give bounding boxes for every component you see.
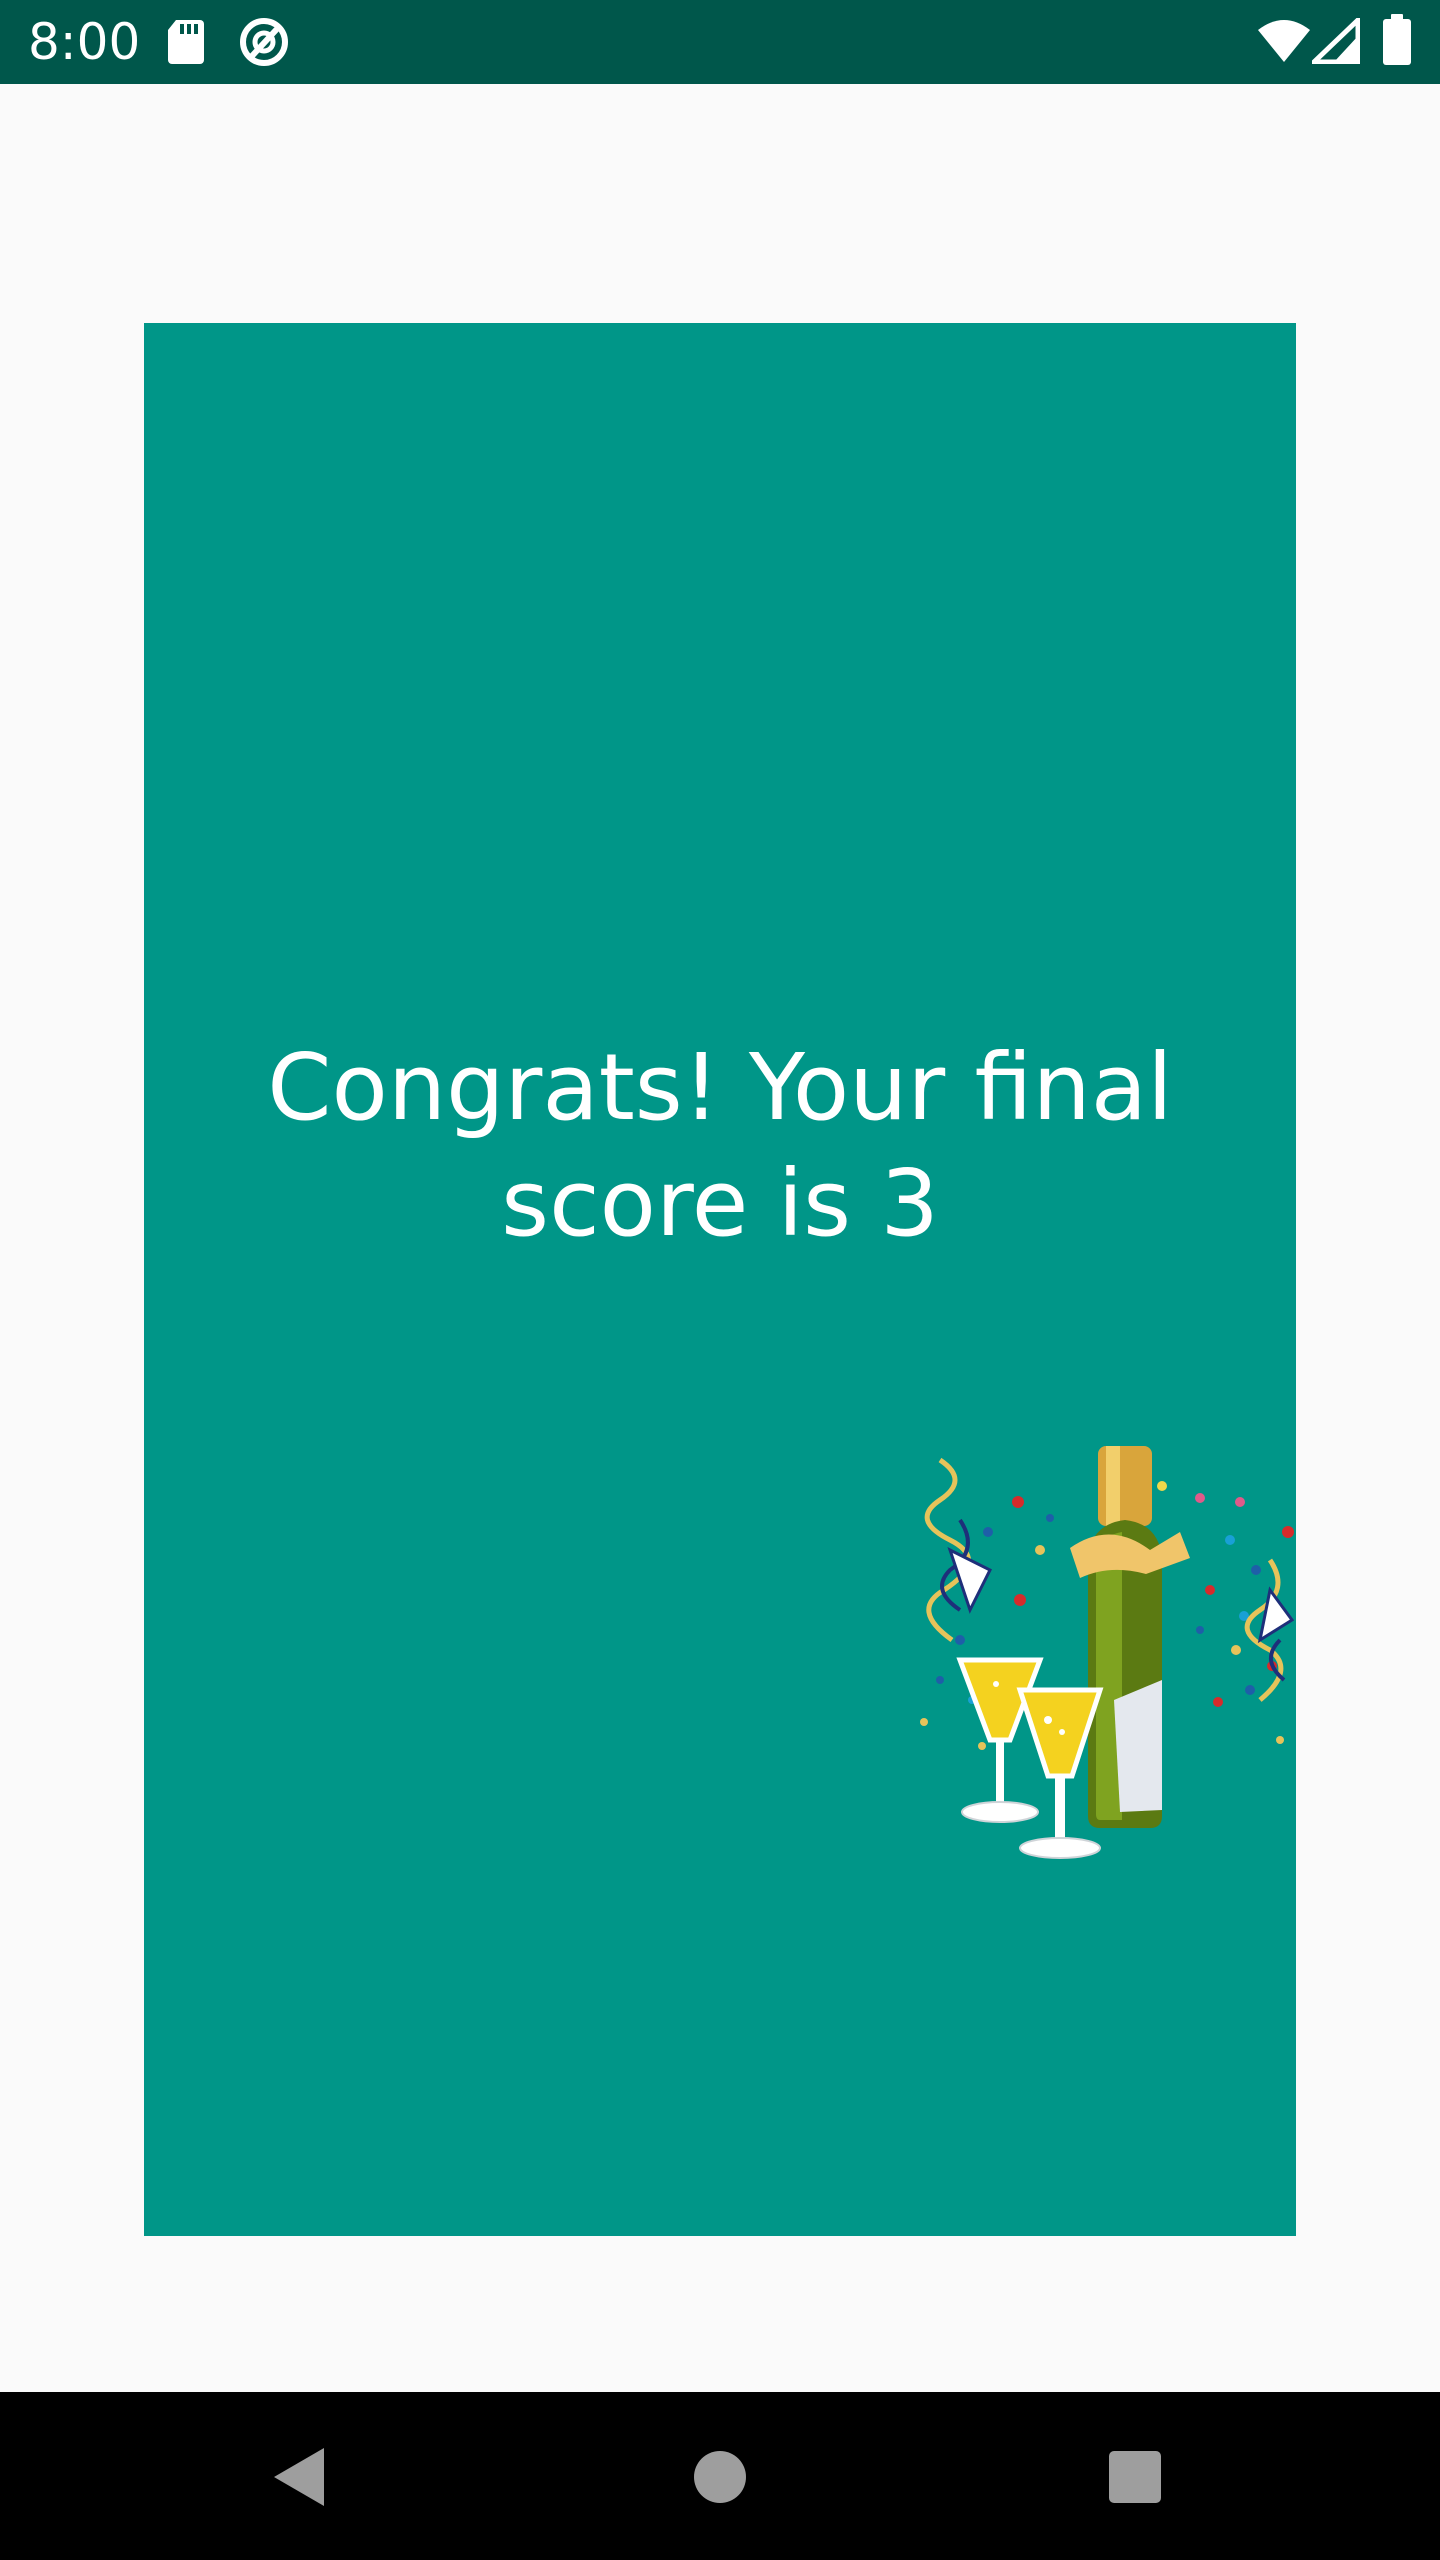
status-time: 8:00	[28, 13, 141, 71]
home-button[interactable]	[675, 2432, 765, 2522]
navigation-bar	[0, 2392, 1440, 2560]
final-score-message: Congrats! Your final score is 3	[267, 1034, 1173, 1257]
champagne-celebration-icon	[900, 1440, 1296, 1880]
sync-circle-icon	[238, 16, 290, 73]
battery-icon	[1382, 14, 1412, 71]
wifi-icon	[1256, 18, 1312, 69]
status-bar: 8:00	[0, 0, 1440, 84]
recents-button[interactable]	[1090, 2432, 1180, 2522]
result-card	[144, 323, 1296, 2236]
back-button[interactable]	[256, 2432, 346, 2522]
signal-icon	[1307, 14, 1361, 69]
sd-card-icon	[166, 18, 206, 71]
